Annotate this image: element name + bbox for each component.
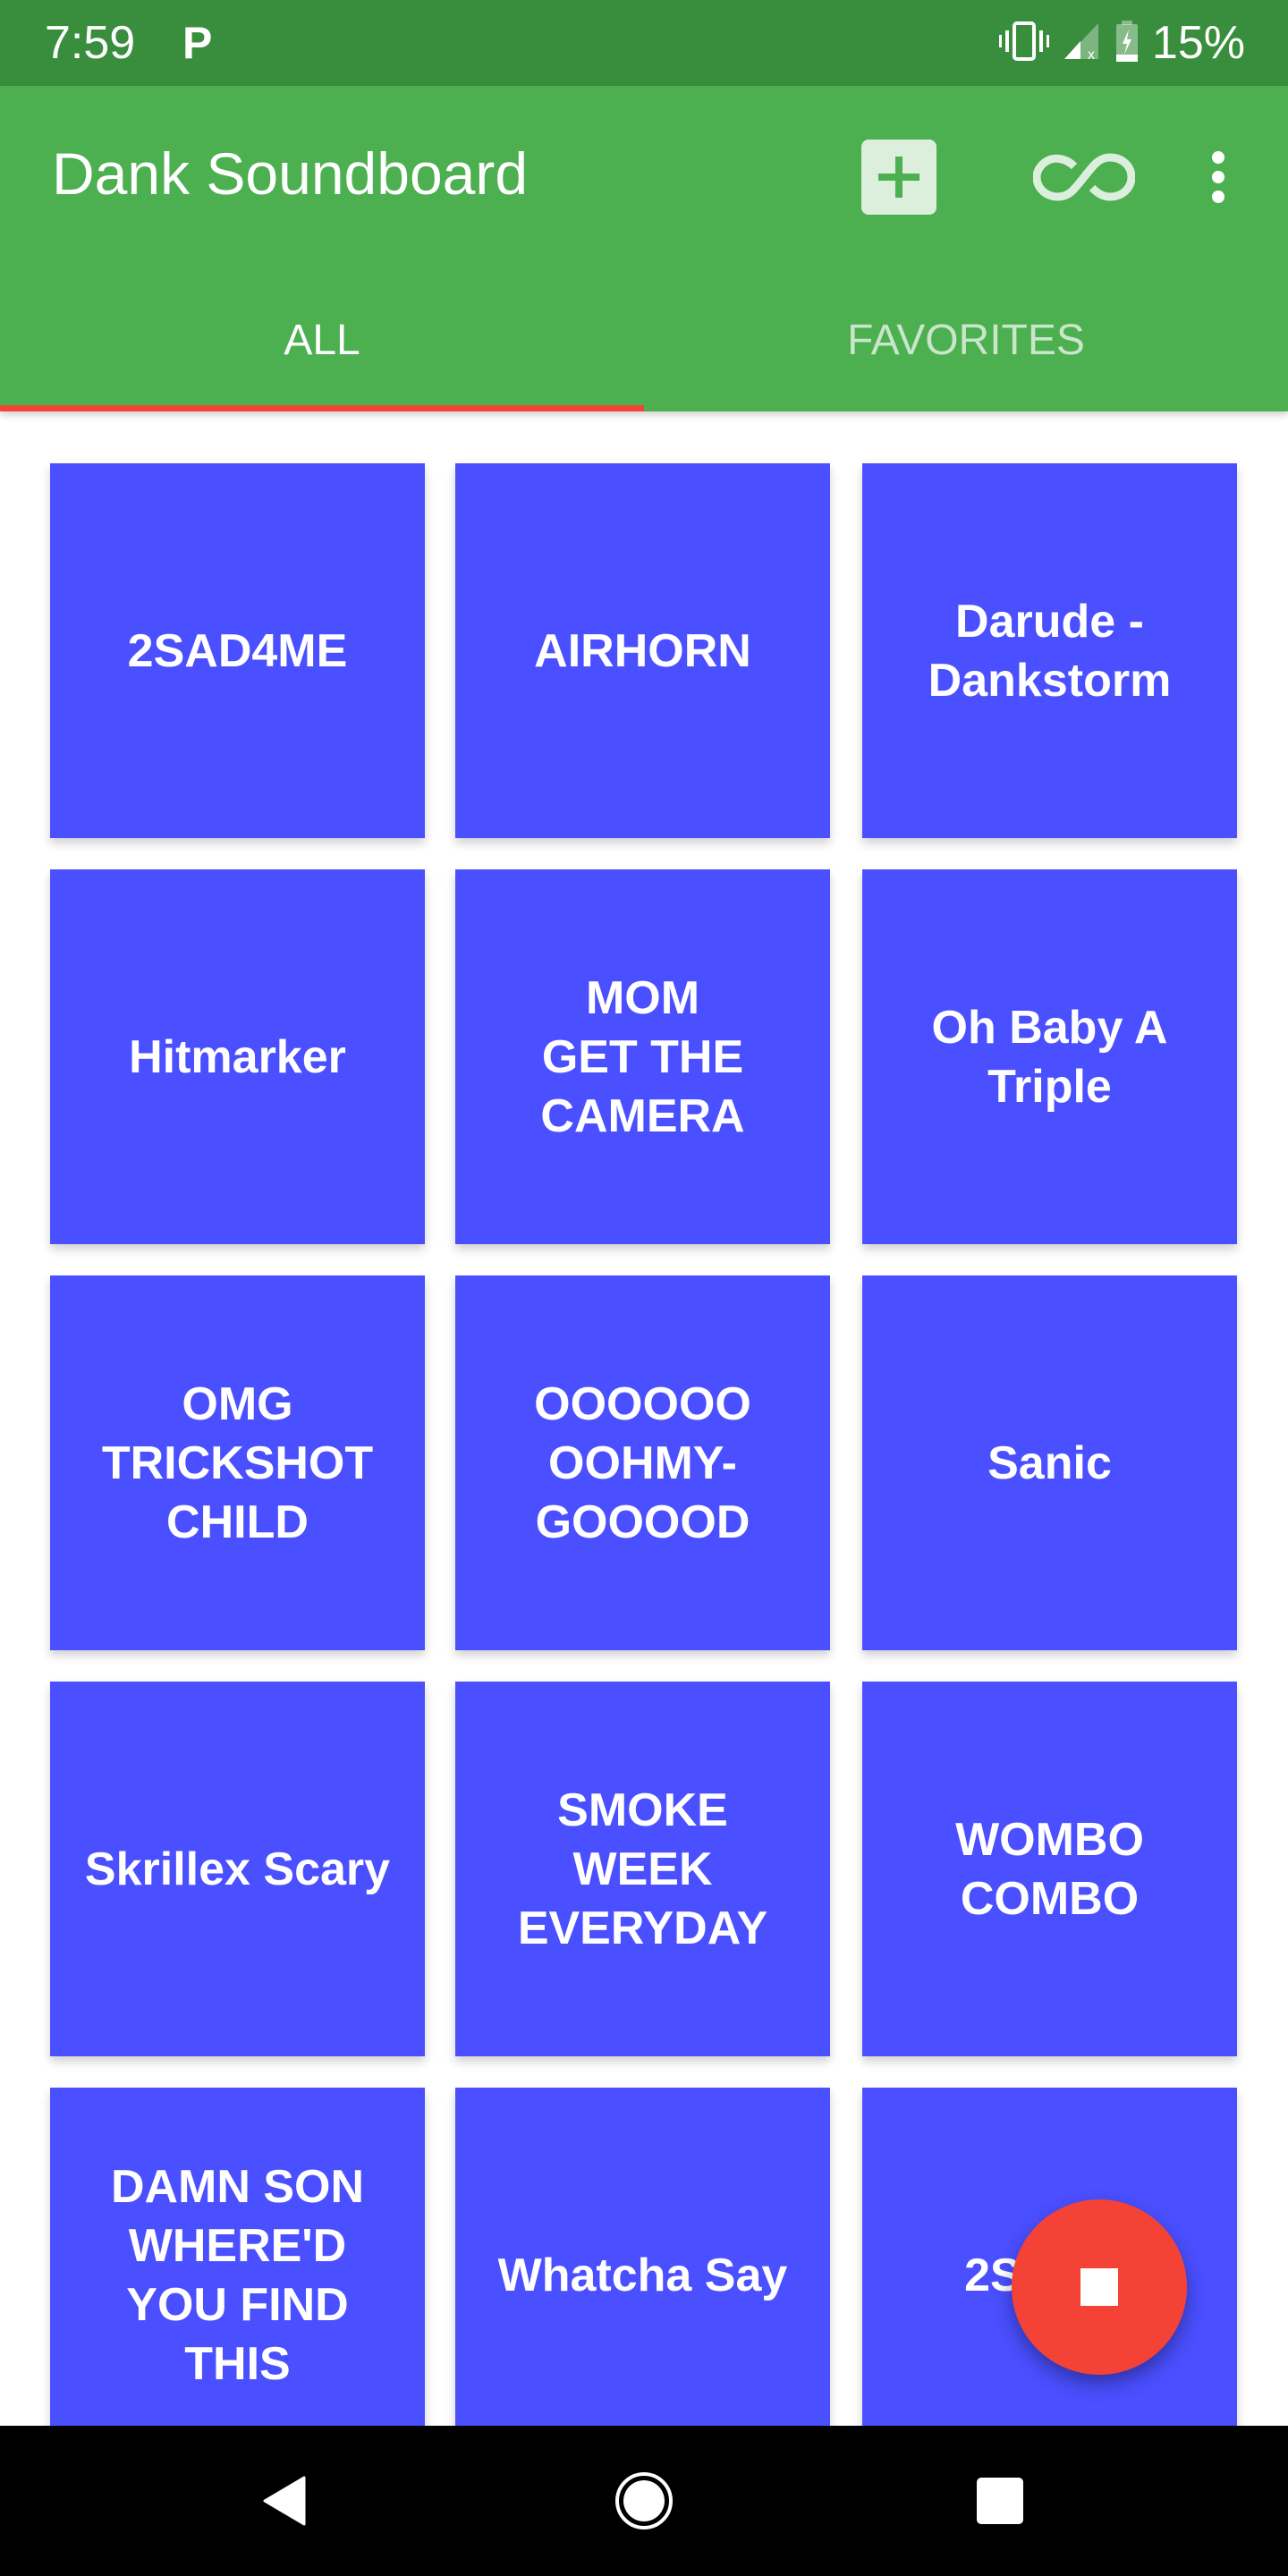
sound-label: Skrillex Scary [84, 1843, 391, 1895]
signal-no-service-icon: x [1063, 21, 1102, 65]
vibrate-icon [998, 21, 1050, 65]
sound-label: Whatcha Say [497, 2249, 788, 2301]
home-icon [615, 2472, 673, 2529]
overflow-menu-button[interactable] [1174, 132, 1263, 222]
sound-tile-smoke-week-everyday[interactable]: SMOKE WEEK EVERYDAY [455, 1682, 830, 2056]
sound-label: Sanic [987, 1436, 1112, 1489]
sound-tile-airhorn[interactable]: AIRHORN [455, 463, 830, 838]
sound-tile-omg-trickshot-child[interactable]: OMG TRICKSHOT CHILD [50, 1275, 425, 1650]
sound-tile-hitmarker[interactable]: Hitmarker [50, 869, 425, 1244]
sound-label: OMG TRICKSHOT CHILD [101, 1377, 374, 1548]
sound-label: WOMBO COMBO [955, 1813, 1144, 1925]
sound-label: SMOKE WEEK EVERYDAY [517, 1784, 768, 1954]
battery-charging-icon [1114, 20, 1140, 66]
status-icons: x 15% [998, 16, 1245, 70]
infinity-icon [1033, 153, 1135, 201]
tab-all[interactable]: ALL [0, 268, 644, 411]
recents-icon [977, 2478, 1023, 2524]
sound-label: Oh Baby A Triple [931, 1001, 1168, 1113]
sound-label: Darude - Dankstorm [928, 595, 1172, 707]
sound-tile-mom-get-the-camera[interactable]: MOM GET THE CAMERA [455, 869, 830, 1244]
parking-icon: P [182, 18, 213, 68]
sound-tile-ooohmygod[interactable]: OOOOOO OOHMY- GOOOOD [455, 1275, 830, 1650]
tab-indicator [0, 405, 644, 411]
sound-label: 2SAD4ME [127, 624, 348, 677]
back-button[interactable] [249, 2465, 320, 2537]
home-button[interactable] [608, 2465, 680, 2537]
sound-label: OOOOOO OOHMY- GOOOOD [534, 1377, 751, 1548]
sound-label: AIRHORN [534, 624, 751, 677]
plus-box-icon [861, 140, 936, 215]
status-time: 7:59 [45, 17, 136, 69]
sound-tile-wombo-combo[interactable]: WOMBO COMBO [862, 1682, 1237, 2056]
sound-tile-2sad4me[interactable]: 2SAD4ME [50, 463, 425, 838]
loop-button[interactable] [1030, 132, 1138, 222]
more-vert-icon [1212, 151, 1224, 203]
svg-text:x: x [1088, 47, 1095, 61]
navigation-bar [0, 2426, 1288, 2576]
recents-button[interactable] [964, 2465, 1036, 2537]
tab-favorites-label: FAVORITES [847, 316, 1085, 364]
back-icon [263, 2476, 306, 2526]
stop-icon [1080, 2268, 1118, 2306]
stop-button[interactable] [1012, 2199, 1187, 2375]
add-sound-button[interactable] [854, 132, 944, 222]
tab-favorites[interactable]: FAVORITES [644, 268, 1288, 411]
sound-label: DAMN SON WHERE'D YOU FIND THIS [110, 2160, 365, 2390]
sound-tile-skrillex-scary[interactable]: Skrillex Scary [50, 1682, 425, 2056]
sound-tile-damn-son[interactable]: DAMN SON WHERE'D YOU FIND THIS [50, 2088, 425, 2426]
sound-tile-darude-dankstorm[interactable]: Darude - Dankstorm [862, 463, 1237, 838]
app-bar: Dank Soundboard ALL FAVORITES [0, 86, 1288, 411]
sound-grid: 2SAD4ME AIRHORN Darude - Dankstorm Hitma… [0, 411, 1288, 2426]
sound-label: MOM GET THE CAMERA [540, 971, 745, 1142]
tab-all-label: ALL [284, 316, 360, 364]
sound-tile-whatcha-say[interactable]: Whatcha Say [455, 2088, 830, 2426]
tab-bar: ALL FAVORITES [0, 268, 1288, 411]
battery-percent: 15% [1151, 17, 1245, 69]
sound-label: Hitmarker [129, 1030, 346, 1083]
sound-tile-oh-baby-a-triple[interactable]: Oh Baby A Triple [862, 869, 1237, 1244]
sound-tile-sanic[interactable]: Sanic [862, 1275, 1237, 1650]
status-bar: 7:59 P x 15% [0, 0, 1288, 86]
app-title: Dank Soundboard [52, 140, 529, 207]
